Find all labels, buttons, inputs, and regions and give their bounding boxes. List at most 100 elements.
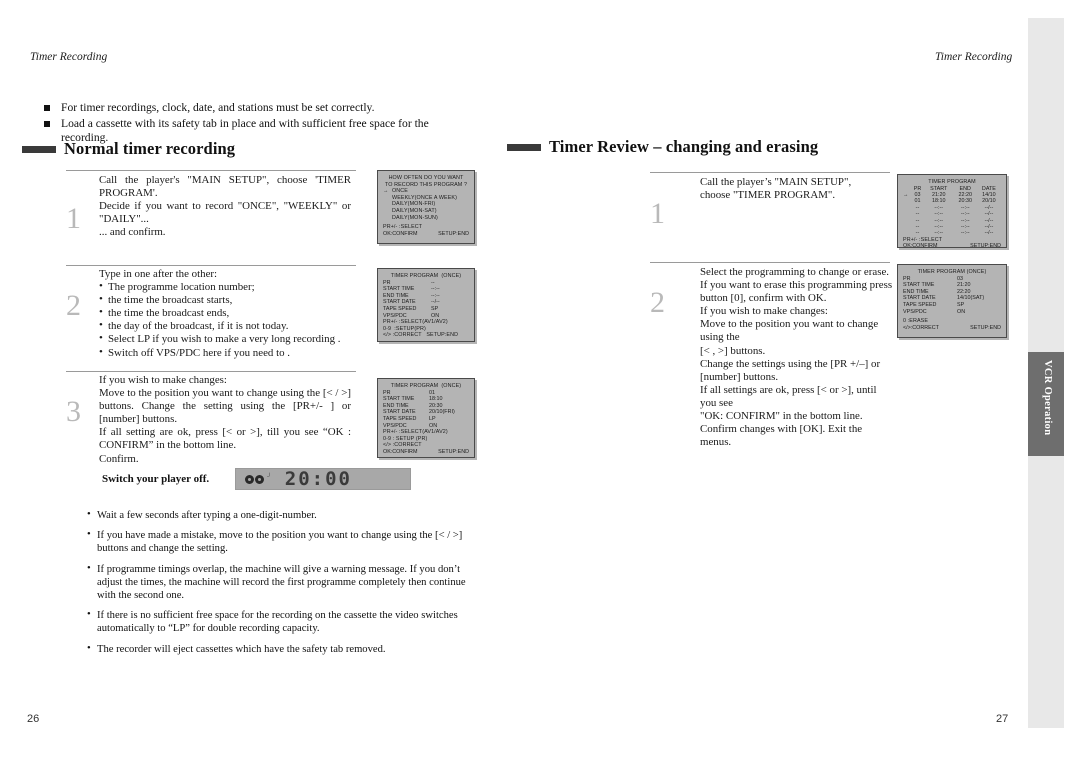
osd-title: TIMER PROGRAM (ONCE) bbox=[390, 383, 462, 389]
osd-field-label: START DATE bbox=[903, 295, 936, 302]
step-text: If you want to erase this programming pr… bbox=[700, 279, 893, 292]
panel-clock-value: 20:00 bbox=[284, 468, 352, 490]
osd-footer-erase: 0 :ERASE bbox=[903, 318, 929, 325]
osd-footer-confirm: OK:CONFIRM bbox=[383, 230, 418, 237]
page-number-right: 27 bbox=[996, 713, 1009, 725]
step-text: If all settings are ok, press [< or >], … bbox=[700, 383, 877, 409]
osd-footer-end: SETUP:END bbox=[438, 448, 469, 455]
osd-footer-line: </> :CORRECT SETUP:END bbox=[383, 332, 459, 339]
osd-title-line2: TO RECORD THIS PROGRAM ? bbox=[384, 181, 468, 188]
osd-timer-list-table: PR START END DATE → 03 21:20 22:20 14/10… bbox=[903, 186, 1001, 237]
left-page-notes: Wait a few seconds after typing a one-di… bbox=[86, 508, 486, 663]
osd-field-value: -- bbox=[431, 279, 435, 286]
osd-field-value: --:-- bbox=[431, 292, 440, 299]
osd-footer-end: SETUP:END bbox=[438, 230, 469, 237]
section-heading-timer-review: Timer Review – changing and erasing bbox=[507, 137, 818, 157]
section-heading-normal-timer-recording: Normal timer recording bbox=[22, 139, 235, 159]
osd-option: DAILY(MON-SAT) bbox=[392, 207, 437, 214]
osd-field-value: SP bbox=[957, 301, 965, 308]
osd-field-label: VPS/PDC bbox=[383, 422, 407, 429]
running-head-right: Timer Recording bbox=[935, 51, 1013, 63]
step-divider bbox=[650, 262, 890, 263]
step-2-right: 2 Select the programming to change or er… bbox=[650, 262, 892, 448]
osd-field-value: LP bbox=[429, 415, 436, 422]
osd-field-label: END TIME bbox=[903, 288, 929, 295]
step-bullet: Select LP if you wish to make a very lon… bbox=[99, 332, 351, 346]
page-number-left: 26 bbox=[27, 713, 40, 725]
step-divider bbox=[650, 172, 890, 173]
note-item: Wait a few seconds after typing a one-di… bbox=[86, 508, 486, 522]
osd-option: ONCE bbox=[392, 188, 408, 195]
osd-field-label: TAPE SPEED bbox=[903, 301, 937, 308]
osd-field-value: SP bbox=[431, 305, 439, 312]
osd-cursor-icon: → bbox=[383, 188, 389, 195]
osd-timer-list-screen: TIMER PROGRAM PR START END DATE → 03 21:… bbox=[897, 174, 1007, 248]
osd-footer-line: 0-9 : SETUP (PR) bbox=[383, 435, 428, 442]
osd-footer-line: PR+/- :SELECT(AV1/AV2) bbox=[383, 319, 448, 326]
step-2-left: 2 Type in one after the other: The progr… bbox=[66, 265, 356, 359]
step-text: If all setting are ok, press [< or >], t… bbox=[99, 426, 351, 452]
step-text: Decide if you want to record "ONCE", "WE… bbox=[99, 200, 351, 226]
osd-field-label: START DATE bbox=[383, 409, 416, 416]
step-number: 1 bbox=[650, 197, 665, 230]
step-intro-text: Type in one after the other: bbox=[99, 268, 218, 280]
note-item: The recorder will eject cassettes which … bbox=[86, 642, 486, 656]
step-text: If you wish to make changes: bbox=[700, 305, 828, 318]
osd-footer-end: SETUP:END bbox=[970, 324, 1001, 331]
osd-footer-confirm: OK:CONFIRM bbox=[383, 448, 418, 455]
step-text: If you wish to make changes: bbox=[99, 374, 227, 386]
osd-field-value: ON bbox=[957, 308, 966, 315]
step-3-left: 3 If you wish to make changes: Move to t… bbox=[66, 371, 356, 465]
step-divider bbox=[66, 371, 356, 372]
osd-field-value: ON bbox=[431, 312, 440, 319]
osd-field-label: START DATE bbox=[383, 299, 416, 306]
osd-field-value: 20:30 bbox=[429, 402, 443, 409]
step-text: "OK: CONFIRM" in the bottom line. bbox=[700, 410, 863, 423]
note-item: If you have made a mistake, move to the … bbox=[86, 528, 486, 555]
heading-rule bbox=[22, 145, 56, 153]
step-text: Call the player's "MAIN SETUP", choose '… bbox=[99, 174, 351, 200]
step-bullet: the day of the broadcast, if it is not t… bbox=[99, 319, 351, 333]
step-text: Move to the position you want to change … bbox=[99, 387, 351, 426]
osd-field-label: START TIME bbox=[383, 396, 415, 403]
intro-bullet: For timer recordings, clock, date, and s… bbox=[44, 101, 474, 116]
manual-spread: VCR Operation Timer Recording Timer Reco… bbox=[0, 0, 1080, 763]
step-text: Call the player’s "MAIN SETUP", bbox=[700, 176, 852, 188]
panel-instruction-label: Switch your player off. bbox=[102, 473, 210, 485]
step-bullet: Switch off VPS/PDC here if you need to . bbox=[99, 346, 351, 360]
osd-timer-program-empty-screen: TIMER PROGRAM (ONCE) PR -- START TIME --:-… bbox=[377, 268, 475, 342]
step-divider bbox=[66, 265, 356, 266]
step-text: Select the programming to change or eras… bbox=[700, 266, 890, 278]
osd-field-value: ON bbox=[429, 422, 438, 429]
step-text: choose "TIMER PROGRAM". bbox=[700, 189, 836, 202]
osd-title: TIMER PROGRAM bbox=[928, 179, 976, 185]
step-number: 2 bbox=[650, 286, 665, 319]
section-tab-vcr-operation: VCR Operation bbox=[1028, 352, 1064, 456]
osd-field-label: START TIME bbox=[903, 282, 935, 289]
osd-field-value: 21:20 bbox=[957, 282, 971, 289]
osd-title: TIMER PROGRAM (ONCE) bbox=[917, 269, 987, 275]
osd-field-label: VPS/PDC bbox=[903, 308, 927, 315]
heading-text: Timer Review – changing and erasing bbox=[549, 137, 819, 156]
osd-field-label: PR bbox=[383, 279, 391, 286]
osd-field-label: TAPE SPEED bbox=[383, 305, 417, 312]
step-text: ... and confirm. bbox=[99, 226, 166, 239]
osd-field-value: 14/10(SAT) bbox=[957, 295, 985, 302]
osd-field-label: END TIME bbox=[383, 402, 409, 409]
step-text: Confirm. bbox=[99, 452, 139, 465]
osd-footer-correct: </>:CORRECT bbox=[903, 324, 939, 331]
osd-option: WEEKLY(ONCE A WEEK) bbox=[392, 194, 458, 201]
note-item: If there is no sufficient free space for… bbox=[86, 608, 486, 635]
step-text: [number] buttons. bbox=[700, 370, 779, 383]
osd-option: DAILY(MON-FRI) bbox=[392, 201, 436, 208]
step-1-left: 1 Call the player's "MAIN SETUP", choose… bbox=[66, 170, 356, 238]
step-text: Change the settings using the [PR +/–] o… bbox=[700, 357, 881, 370]
heading-text: Normal timer recording bbox=[64, 139, 236, 158]
timer-indicator-icon: ┘ bbox=[267, 473, 272, 480]
step-number: 1 bbox=[66, 202, 81, 235]
note-item: If programme timings overlap, the machin… bbox=[86, 562, 486, 603]
osd-field-label: END TIME bbox=[383, 292, 409, 299]
step-bullet: the time the broadcast ends, bbox=[99, 306, 351, 320]
osd-footer-select: PR+/- :SELECT bbox=[903, 236, 943, 243]
osd-field-value: 20/10(FRI) bbox=[429, 409, 455, 416]
